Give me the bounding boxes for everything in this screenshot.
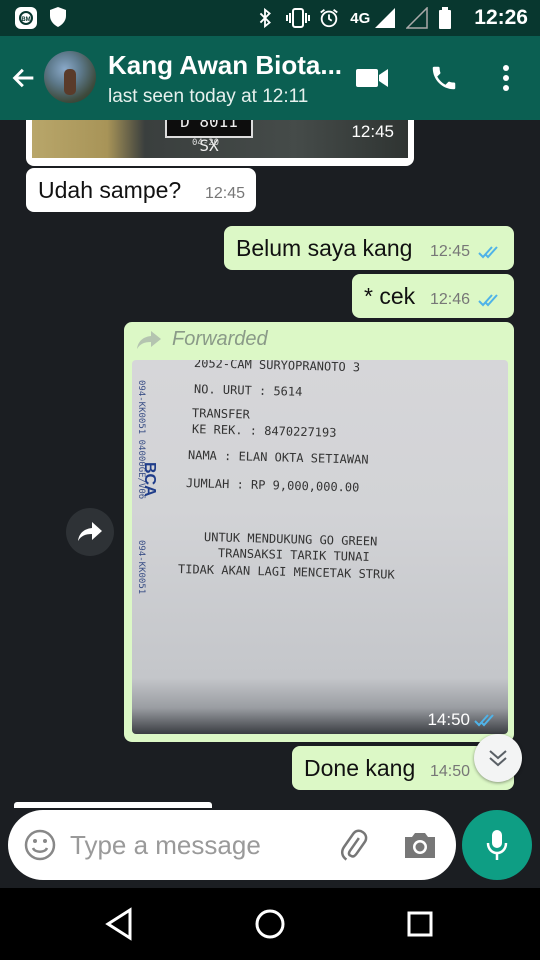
read-receipt-icon (478, 294, 498, 307)
forward-share-button[interactable] (66, 508, 114, 556)
last-seen-status[interactable]: last seen today at 12:11 (108, 86, 308, 108)
clock: 12:26 (474, 6, 528, 29)
status-bar: BM 4G 12:26 (0, 0, 540, 36)
camera-button[interactable] (402, 829, 438, 863)
back-arrow-icon (12, 68, 34, 88)
emoji-button[interactable] (22, 827, 58, 863)
forwarded-label: Forwarded (136, 328, 268, 351)
receipt-line: KE REK. : 8470227193 (191, 422, 337, 440)
forwarded-image-message[interactable]: Forwarded 2052-CAM SURYOPRANOTO 3 NO. UR… (124, 322, 514, 742)
signal-empty-icon (405, 6, 429, 29)
svg-text:BM: BM (21, 17, 30, 23)
battery-icon (438, 7, 460, 29)
message-list[interactable]: D 8011 SX 04-20 12:45 Udah sampe? 12:45 … (0, 120, 540, 808)
receipt-line: NO. URUT : 5614 (193, 382, 303, 399)
contact-name[interactable]: Kang Awan Biota... (108, 50, 344, 81)
network-type: 4G (350, 9, 371, 27)
voice-message-button[interactable] (462, 810, 532, 880)
nav-home-button[interactable] (252, 906, 288, 942)
message-time: 14:50 (430, 763, 471, 780)
message-time: 12:45 (430, 243, 471, 260)
incoming-message[interactable]: Udah sampe? 12:45 (26, 168, 256, 212)
message-text: Done kang (304, 755, 416, 781)
message-text: Belum saya kang (236, 235, 413, 261)
chat-header: Kang Awan Biota... last seen today at 12… (0, 36, 540, 120)
nav-back-button[interactable] (102, 906, 138, 942)
message-time: 14:50 (427, 710, 470, 729)
receipt-photo[interactable]: 2052-CAM SURYOPRANOTO 3 NO. URUT : 5614 … (132, 360, 508, 734)
message-image[interactable]: D 8011 SX 04-20 12:45 (32, 120, 408, 158)
receipt-line: 2052-CAM SURYOPRANOTO 3 (193, 360, 361, 375)
read-receipt-icon (478, 246, 498, 259)
receipt-side-text: 094-KK0051 (136, 540, 146, 595)
message-time: 12:46 (430, 291, 471, 308)
message-time: 12:45 (351, 122, 394, 141)
message-composer (8, 810, 456, 880)
video-call-button[interactable] (352, 58, 392, 98)
vibrate-icon (286, 7, 311, 29)
nav-recents-icon (407, 911, 433, 937)
scroll-to-bottom-button[interactable] (474, 734, 522, 782)
forwarded-text: Forwarded (172, 328, 268, 350)
read-receipt-icon (474, 714, 494, 727)
forwarded-icon (137, 330, 161, 349)
receipt-line: NAMA : ELAN OKTA SETIAWAN (187, 448, 369, 467)
double-chevron-down-icon (489, 750, 507, 767)
receipt-line: TIDAK AKAN LAGI MENCETAK STRUK (177, 562, 395, 582)
app-notification-icon: BM (14, 6, 37, 29)
avatar[interactable] (44, 51, 96, 103)
signal-icon (374, 7, 396, 29)
message-input[interactable] (70, 824, 330, 866)
outgoing-message[interactable]: * cek 12:46 (352, 274, 514, 318)
receipt-line: TRANSAKSI TARIK TUNAI (217, 546, 370, 564)
outgoing-message[interactable]: Belum saya kang 12:45 (224, 226, 514, 270)
nav-home-icon (255, 909, 285, 939)
nav-recents-button[interactable] (402, 906, 438, 942)
bluetooth-icon (254, 7, 276, 29)
next-message-edge (14, 802, 212, 808)
attach-button[interactable] (336, 827, 372, 863)
shield-icon (48, 6, 70, 28)
more-options-button[interactable] (486, 58, 526, 98)
back-button[interactable] (8, 60, 40, 96)
paperclip-icon (340, 829, 368, 861)
system-navigation-bar (0, 888, 540, 960)
more-vert-icon (503, 65, 509, 91)
voice-call-button[interactable] (424, 58, 464, 98)
image-message[interactable]: D 8011 SX 04-20 12:45 (26, 120, 414, 166)
camera-icon (405, 833, 435, 858)
message-time: 12:45 (205, 185, 246, 202)
bca-logo: BCA (141, 462, 158, 497)
alarm-icon (318, 7, 340, 29)
share-forward-icon (78, 522, 102, 541)
receipt-line: JUMLAH : RP 9,000,000.00 (185, 476, 360, 495)
message-text: Udah sampe? (38, 177, 182, 203)
license-plate: D 8011 SX (165, 120, 253, 155)
nav-back-icon (105, 907, 132, 941)
video-call-icon (356, 69, 388, 87)
message-text: * cek (364, 283, 416, 309)
phone-icon (432, 66, 456, 90)
microphone-icon (486, 830, 508, 860)
receipt-line: TRANSFER (191, 406, 250, 422)
emoji-icon (24, 829, 56, 861)
license-plate-sub: 04-20 (192, 138, 220, 148)
